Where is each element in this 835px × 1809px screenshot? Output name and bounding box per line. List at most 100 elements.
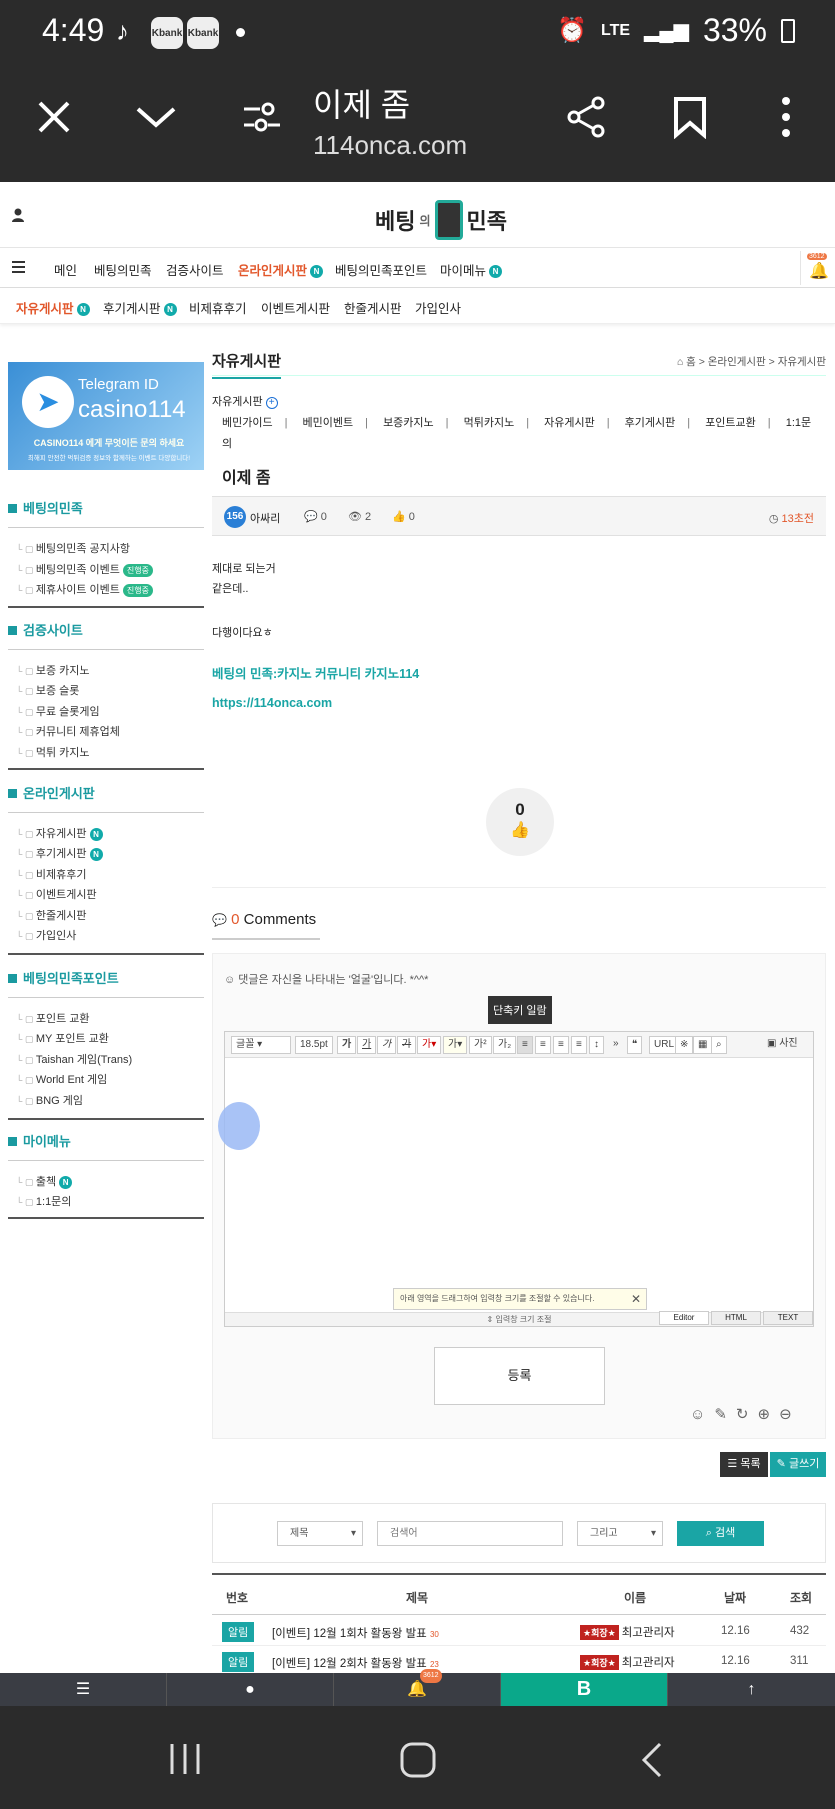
minus-icon[interactable]: ⊖ <box>779 1406 801 1423</box>
write-button[interactable]: ✎ 글쓰기 <box>770 1452 826 1477</box>
telegram-banner[interactable]: ➤ Telegram ID casino114 CASINO114 에게 무엇이… <box>8 362 204 470</box>
subnav-greeting[interactable]: 가입인사 <box>415 298 461 317</box>
recent-apps-icon[interactable] <box>168 1742 202 1776</box>
user-icon[interactable] <box>12 208 24 222</box>
row-author[interactable]: ★회장★ 최고관리자 <box>580 1624 675 1640</box>
sidebar-title-mymenu[interactable]: 마이메뉴 <box>8 1131 204 1161</box>
nav-item-betting[interactable]: 베팅의민족 <box>94 260 152 279</box>
quote-button[interactable]: ❝ <box>627 1036 643 1054</box>
plus-circle-icon[interactable]: + <box>265 397 278 409</box>
refresh-icon[interactable]: ↻ <box>736 1406 758 1423</box>
font-size-select[interactable]: 18.5pt <box>295 1036 333 1054</box>
list-button[interactable]: ☰ 목록 <box>720 1452 768 1477</box>
line-height-button[interactable]: ↕ <box>589 1036 604 1054</box>
table-row[interactable]: 알림 [이벤트] 12월 1회차 활동왕 발표 30 ★회장★ 최고관리자 12.… <box>212 1616 826 1646</box>
nav-item-main[interactable]: 메인 <box>54 260 77 279</box>
submit-comment-button[interactable]: 등록 <box>434 1347 605 1405</box>
font-color-button[interactable]: 가▾ <box>417 1036 442 1054</box>
notification-button[interactable]: 3612 🔔 <box>800 251 835 285</box>
sidebar-item-free-slot[interactable]: 무료 슬롯게임 <box>16 703 100 719</box>
category-item[interactable]: 포인트교환 <box>705 417 756 429</box>
row-title[interactable]: [이벤트] 12월 1회차 활동왕 발표 30 <box>272 1625 439 1641</box>
bg-color-button[interactable]: 가▾ <box>443 1036 468 1054</box>
tab-editor[interactable]: Editor <box>659 1311 709 1325</box>
site-settings-icon[interactable] <box>240 95 284 139</box>
nav-item-online-board[interactable]: 온라인게시판 N <box>238 260 324 279</box>
strike-button[interactable]: 가 <box>397 1036 417 1054</box>
table-row[interactable]: 알림 [이벤트] 12월 2회차 활동왕 발표 23 ★회장★ 최고관리자 12.… <box>212 1646 826 1676</box>
align-left-button[interactable]: ≡ <box>517 1036 533 1054</box>
search-button[interactable]: ⌕ 검색 <box>677 1521 764 1546</box>
bold-button[interactable]: 가 <box>337 1036 357 1054</box>
subnav-event-board[interactable]: 이벤트게시판 <box>261 298 330 317</box>
nav-item-point[interactable]: 베팅의민족포인트 <box>335 260 427 279</box>
sidebar-item-slot[interactable]: 보증 슬롯 <box>16 682 80 698</box>
more-icon[interactable] <box>764 95 808 139</box>
search-op-select[interactable]: 그리고 ▾ <box>577 1521 663 1546</box>
sidebar-item-casino[interactable]: 보증 카지노 <box>16 662 90 678</box>
pencil-icon[interactable]: ✎ <box>714 1406 736 1423</box>
sidebar-item-event-board[interactable]: 이벤트게시판 <box>16 886 97 902</box>
sidebar-title-verified[interactable]: 검증사이트 <box>8 620 204 650</box>
italic-button[interactable]: 가 <box>377 1036 397 1054</box>
share-icon[interactable] <box>564 95 608 139</box>
sidebar-item-greeting[interactable]: 가입인사 <box>16 927 76 943</box>
bottom-user-button[interactable]: ● <box>167 1673 334 1706</box>
sidebar-item-taishan[interactable]: Taishan 게임(Trans) <box>16 1051 132 1067</box>
sidebar-item-scam-casino[interactable]: 먹튀 카지노 <box>16 744 90 760</box>
more-tools-icon[interactable]: » <box>609 1036 623 1054</box>
underline-button[interactable]: 가 <box>357 1036 377 1054</box>
align-center-button[interactable]: ≡ <box>535 1036 551 1054</box>
comment-editor[interactable]: 글꼴 ▾ 18.5pt 가 가 가 가 가▾ 가▾ 가² 가₂ ≡ ≡ ≡ ≡ … <box>224 1031 814 1327</box>
search-input[interactable] <box>377 1521 563 1546</box>
bookmark-icon[interactable] <box>668 95 712 139</box>
align-justify-button[interactable]: ≡ <box>571 1036 587 1054</box>
special-char-button[interactable]: ※ <box>675 1036 694 1054</box>
category-item[interactable]: 자유게시판 <box>544 417 595 429</box>
sidebar-item-oneline[interactable]: 한줄게시판 <box>16 907 87 923</box>
bottom-b-button[interactable]: B <box>501 1673 668 1706</box>
sidebar-item-betting-event[interactable]: 베팅의민족 이벤트진행중 <box>16 561 153 577</box>
search-field-select[interactable]: 제목 ▾ <box>277 1521 363 1546</box>
sidebar-item-world-ent[interactable]: World Ent 게임 <box>16 1071 107 1087</box>
sidebar-title-point[interactable]: 베팅의민족포인트 <box>8 968 204 998</box>
align-right-button[interactable]: ≡ <box>553 1036 569 1054</box>
font-select[interactable]: 글꼴 ▾ <box>231 1036 291 1054</box>
search-icon[interactable]: ⌕ <box>711 1036 727 1054</box>
back-icon[interactable] <box>640 1742 664 1778</box>
subnav-review-board[interactable]: 후기게시판 N <box>103 298 177 317</box>
menu-icon[interactable] <box>12 261 25 273</box>
post-link-community[interactable]: 베팅의 민족:카지노 커뮤니티 카지노114 <box>212 663 419 682</box>
site-logo[interactable]: 베팅 의 민족 <box>375 200 507 240</box>
row-author[interactable]: ★회장★ 최고관리자 <box>580 1654 675 1670</box>
nav-item-mymenu[interactable]: 마이메뉴 N <box>440 260 503 279</box>
chevron-down-icon[interactable] <box>134 95 178 139</box>
sidebar-item-free-board[interactable]: 자유게시판N <box>16 825 103 841</box>
sidebar-item-bng[interactable]: BNG 게임 <box>16 1092 83 1108</box>
plus-icon[interactable]: ⊕ <box>757 1406 779 1423</box>
subnav-oneline-board[interactable]: 한줄게시판 <box>344 298 402 317</box>
sidebar-item-point-exchange[interactable]: 포인트 교환 <box>16 1010 90 1026</box>
category-item[interactable]: 먹튀카지노 <box>464 417 515 429</box>
table-button[interactable]: ▦ <box>693 1036 713 1054</box>
sidebar-item-nonpartner[interactable]: 비제휴후기 <box>16 866 87 882</box>
bottom-menu-button[interactable]: ☰ <box>0 1673 167 1706</box>
category-item[interactable]: 베민가이드 <box>222 417 273 429</box>
emoticon-icon[interactable]: ☺ <box>690 1406 714 1423</box>
scroll-top-button[interactable]: ↑ <box>668 1673 835 1706</box>
subscript-button[interactable]: 가₂ <box>493 1036 517 1054</box>
bottom-bell-button[interactable]: 🔔 3612 <box>334 1669 501 1706</box>
subnav-nonpartner[interactable]: 비제휴후기 <box>189 298 247 317</box>
sidebar-item-community[interactable]: 커뮤니티 제휴업체 <box>16 723 120 739</box>
like-button[interactable]: 0 👍 <box>486 788 554 856</box>
sidebar-item-checkin[interactable]: 출첵N <box>16 1173 73 1189</box>
row-title[interactable]: [이벤트] 12월 2회차 활동왕 발표 23 <box>272 1655 439 1671</box>
sidebar-item-inquiry[interactable]: 1:1문의 <box>16 1193 72 1209</box>
nav-item-verified[interactable]: 검증사이트 <box>166 260 224 279</box>
sidebar-item-my-point[interactable]: MY 포인트 교환 <box>16 1030 109 1046</box>
sidebar-title-online-board[interactable]: 온라인게시판 <box>8 783 204 813</box>
author-name[interactable]: 아싸리 <box>250 510 280 526</box>
sidebar-item-notice[interactable]: 베팅의민족 공지사항 <box>16 540 130 556</box>
close-icon[interactable]: ✕ <box>631 1289 641 1309</box>
photo-button[interactable]: ▣ 사진 <box>763 1036 802 1054</box>
